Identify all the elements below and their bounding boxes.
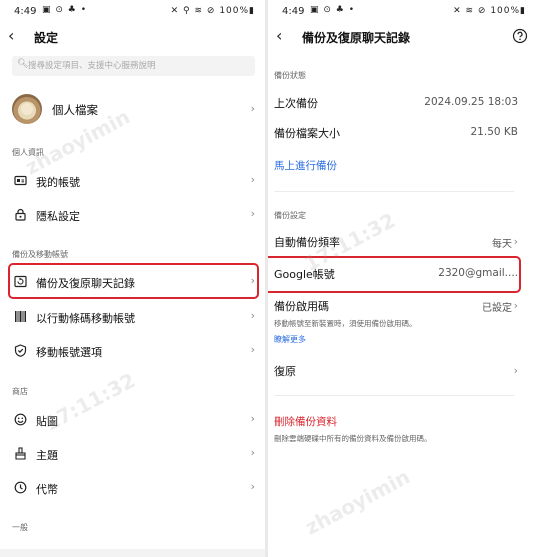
section-label-backup-status: 備份狀態 bbox=[274, 71, 306, 80]
chevron-right-icon: › bbox=[250, 274, 255, 287]
chevron-right-icon: › bbox=[250, 309, 255, 322]
row-stickers[interactable]: 貼圖 › bbox=[0, 403, 265, 437]
chevron-right-icon: › bbox=[513, 364, 518, 377]
settings-panel: 4:49 ▣ ⊙ ♣ • ✕ ⚲ ≋ ⊘ 100%▮ ‹ 設定 🔍︎ 個人檔案 … bbox=[0, 0, 265, 557]
backup-now-link[interactable]: 馬上進行備份 bbox=[274, 158, 337, 173]
section-label-personal: 個人資訊 bbox=[12, 148, 44, 157]
row-restore[interactable]: 復原 › bbox=[268, 355, 536, 387]
row-label: 我的帳號 bbox=[36, 176, 80, 189]
search-input[interactable] bbox=[28, 59, 248, 73]
row-last-backup: 上次備份 2024.09.25 18:03 bbox=[268, 87, 536, 119]
row-backup-size: 備份檔案大小 21.50 KB bbox=[268, 117, 536, 149]
bottom-strip bbox=[0, 549, 265, 557]
row-backup-restore[interactable]: 備份及復原聊天記錄 › bbox=[0, 265, 265, 299]
row-themes[interactable]: 主題 › bbox=[0, 437, 265, 471]
barcode-icon bbox=[14, 310, 27, 323]
backup-pin-note: 移動帳號至新裝置時，須使用備份啟用碼。 bbox=[274, 319, 417, 328]
row-account-move-options[interactable]: 移動帳號選項 › bbox=[0, 334, 265, 368]
status-bar: 4:49 ▣ ⊙ ♣ • ✕ ⚲ ≋ ⊘ 100%▮ bbox=[0, 0, 265, 24]
search-icon: 🔍︎ bbox=[17, 59, 29, 69]
smiley-icon bbox=[14, 413, 27, 426]
backup-icon bbox=[14, 275, 27, 288]
profile-row[interactable]: 個人檔案 › bbox=[12, 94, 255, 124]
row-privacy[interactable]: 隱私設定 › bbox=[0, 198, 265, 232]
notification-icons: ▣ ⊙ ♣ • bbox=[42, 5, 88, 15]
status-bar: 4:49 ▣ ⊙ ♣ • ✕ ≋ ⊘ 100%▮ bbox=[268, 0, 536, 24]
delete-backup-link[interactable]: 刪除備份資料 bbox=[274, 414, 337, 429]
help-icon[interactable] bbox=[512, 28, 528, 44]
back-arrow-icon[interactable]: ‹ bbox=[276, 26, 296, 46]
chevron-right-icon: › bbox=[250, 480, 255, 493]
backup-restore-panel: 4:49 ▣ ⊙ ♣ • ✕ ≋ ⊘ 100%▮ ‹ 備份及復原聊天記錄 備份狀… bbox=[268, 0, 536, 557]
row-google-account[interactable]: Google帳號 2320@gmail.... bbox=[268, 258, 536, 290]
section-label-backup: 備份及移動帳號 bbox=[12, 250, 68, 259]
lock-icon bbox=[14, 208, 27, 221]
row-label: 備份啟用碼 bbox=[274, 300, 329, 313]
top-bar: ‹ 備份及復原聊天記錄 bbox=[268, 24, 536, 50]
chevron-right-icon: › bbox=[250, 207, 255, 220]
row-label: 以行動條碼移動帳號 bbox=[36, 312, 135, 325]
chevron-right-icon: › bbox=[250, 343, 255, 356]
row-label: 貼圖 bbox=[36, 415, 58, 428]
chevron-right-icon: › bbox=[250, 173, 255, 186]
auto-backup-value: 每天 bbox=[492, 239, 512, 250]
top-bar: ‹ 設定 bbox=[0, 24, 265, 50]
chevron-right-icon: › bbox=[513, 299, 518, 312]
section-label-general: 一般 bbox=[12, 523, 28, 532]
row-label: 自動備份頻率 bbox=[274, 236, 340, 249]
google-account-value: 2320@gmail.... bbox=[438, 267, 518, 279]
system-status-icons: ✕ ≋ ⊘ 100%▮ bbox=[453, 6, 526, 16]
brush-icon bbox=[14, 447, 27, 460]
backup-size-value: 21.50 KB bbox=[470, 126, 519, 138]
divider bbox=[274, 191, 514, 192]
page-title: 備份及復原聊天記錄 bbox=[302, 31, 411, 45]
chevron-right-icon: › bbox=[250, 102, 255, 115]
row-label: Google帳號 bbox=[274, 268, 335, 281]
shield-check-icon bbox=[14, 344, 27, 357]
page-title: 設定 bbox=[34, 31, 59, 45]
id-card-icon bbox=[14, 174, 27, 187]
last-backup-value: 2024.09.25 18:03 bbox=[424, 96, 518, 108]
divider bbox=[274, 395, 514, 396]
row-label: 復原 bbox=[274, 365, 296, 378]
learn-more-link[interactable]: 瞭解更多 bbox=[274, 334, 306, 345]
back-arrow-icon[interactable]: ‹ bbox=[8, 26, 28, 46]
row-my-account[interactable]: 我的帳號 › bbox=[0, 164, 265, 198]
row-label: 備份檔案大小 bbox=[274, 127, 340, 140]
row-label: 上次備份 bbox=[274, 97, 318, 110]
section-label-store: 商店 bbox=[12, 387, 28, 396]
avatar bbox=[12, 94, 42, 124]
row-label: 備份及復原聊天記錄 bbox=[36, 277, 135, 290]
section-label-backup-settings: 備份設定 bbox=[274, 211, 306, 220]
row-label: 隱私設定 bbox=[36, 210, 80, 223]
row-auto-backup-frequency[interactable]: 自動備份頻率 每天 › bbox=[268, 226, 536, 258]
delete-backup-note: 刪除雲端硬碟中所有的備份資料及備份啟用碼。 bbox=[274, 434, 432, 443]
coin-icon bbox=[14, 481, 27, 494]
system-status-icons: ✕ ⚲ ≋ ⊘ 100%▮ bbox=[170, 6, 255, 16]
profile-label: 個人檔案 bbox=[52, 103, 98, 117]
backup-pin-value: 已設定 bbox=[482, 303, 512, 314]
row-label: 移動帳號選項 bbox=[36, 346, 102, 359]
chevron-right-icon: › bbox=[250, 412, 255, 425]
status-time: 4:49 bbox=[14, 6, 37, 17]
search-bar[interactable]: 🔍︎ bbox=[12, 56, 255, 76]
notification-icons: ▣ ⊙ ♣ • bbox=[310, 5, 356, 15]
chevron-right-icon: › bbox=[513, 235, 518, 248]
chevron-right-icon: › bbox=[250, 446, 255, 459]
row-barcode-move[interactable]: 以行動條碼移動帳號 › bbox=[0, 300, 265, 334]
row-coins[interactable]: 代幣 › bbox=[0, 471, 265, 505]
status-time: 4:49 bbox=[282, 6, 305, 17]
row-label: 主題 bbox=[36, 449, 58, 462]
row-label: 代幣 bbox=[36, 483, 58, 496]
